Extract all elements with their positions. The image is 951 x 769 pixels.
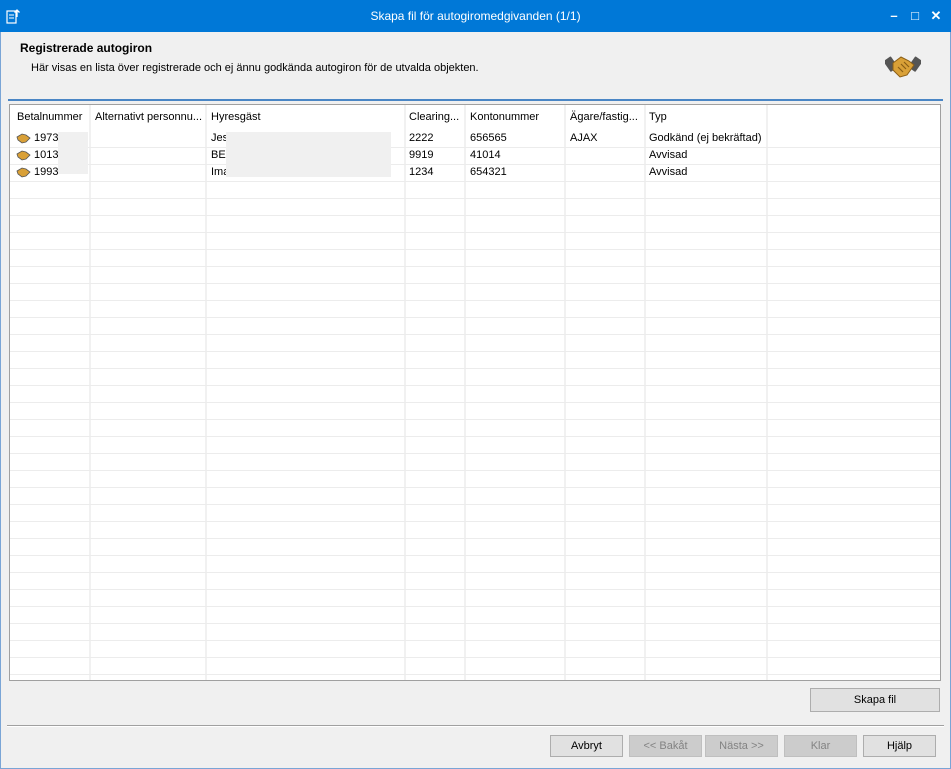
window-border-left	[0, 32, 1, 769]
column-header-kontonummer[interactable]: Kontonummer	[463, 105, 564, 130]
cell-clearing: 2222	[409, 132, 434, 144]
column-header-clearing[interactable]: Clearing...	[402, 105, 464, 130]
cell-clearing: 1234	[409, 166, 434, 178]
column-header-alternativt-personnummer[interactable]: Alternativt personnu...	[88, 105, 206, 130]
cancel-button[interactable]: Avbryt	[550, 735, 623, 757]
redacted-block	[226, 132, 391, 177]
column-header-typ[interactable]: Typ	[642, 105, 766, 130]
close-button[interactable]: ✕	[926, 6, 946, 26]
minimize-button[interactable]: –	[884, 6, 904, 26]
redacted-block	[58, 132, 88, 174]
column-header-betalnummer[interactable]: Betalnummer	[10, 105, 90, 130]
page-description: Här visas en lista över registrerade och…	[31, 62, 479, 74]
title-bar[interactable]: Skapa fil för autogiromedgivanden (1/1) …	[0, 0, 951, 32]
finish-button[interactable]: Klar	[784, 735, 857, 757]
window-title: Skapa fil för autogiromedgivanden (1/1)	[370, 9, 581, 23]
back-button[interactable]: << Bakåt	[629, 735, 702, 757]
cell-kontonummer: 654321	[470, 166, 507, 178]
next-button[interactable]: Nästa >>	[705, 735, 778, 757]
cell-typ: Godkänd (ej bekräftad)	[649, 132, 762, 144]
column-header-hyresgast[interactable]: Hyresgäst	[204, 105, 404, 130]
cell-kontonummer: 656565	[470, 132, 507, 144]
header-separator	[8, 99, 943, 101]
page-title: Registrerade autogiron	[20, 41, 153, 55]
create-file-button[interactable]: Skapa fil	[810, 688, 940, 712]
grid-lines	[10, 105, 940, 680]
autogiro-table[interactable]: Betalnummer Alternativt personnu... Hyre…	[9, 104, 941, 681]
cell-typ: Avvisad	[649, 166, 688, 178]
cell-typ: Avvisad	[649, 149, 688, 161]
cell-clearing: 9919	[409, 149, 434, 161]
column-header-agare-fastighet[interactable]: Ägare/fastig...	[563, 105, 645, 130]
cell-agare: AJAX	[570, 132, 598, 144]
wizard-header: Registrerade autogiron Här visas en list…	[1, 32, 950, 99]
handshake-icon	[885, 56, 921, 78]
cell-kontonummer: 41014	[470, 149, 501, 161]
maximize-button[interactable]: □	[905, 6, 925, 26]
footer-separator-highlight	[7, 726, 944, 727]
help-button[interactable]: Hjälp	[863, 735, 936, 757]
